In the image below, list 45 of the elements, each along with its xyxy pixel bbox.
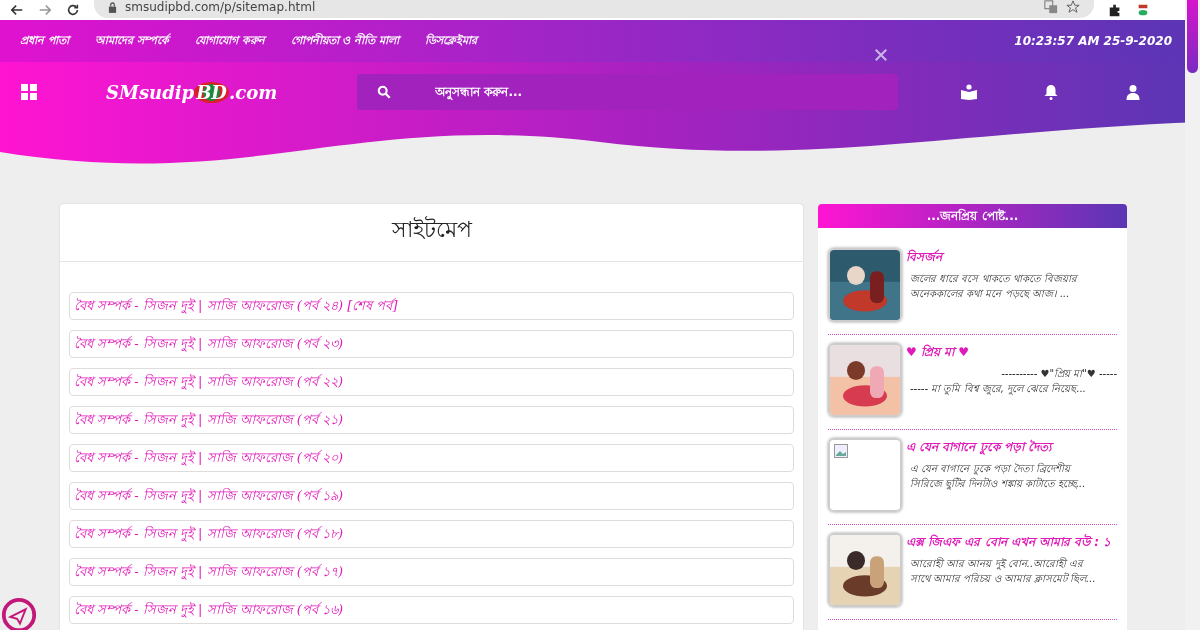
sitemap-title: সাইটমেপ [390, 215, 474, 244]
back-icon[interactable] [10, 3, 24, 17]
grid-menu-icon[interactable] [20, 84, 38, 100]
nav-link[interactable]: গোপনীয়তা ও নীতি মালা [290, 31, 400, 51]
post-link[interactable]: বৈধ সম্পর্ক - সিজন দুই | সাজি আফরোজ (পর্ব ২৪) [শেষ পর্ব] [69, 292, 794, 320]
scrollbar-thumb[interactable] [1187, 0, 1198, 73]
post-link[interactable]: বৈধ সম্পর্ক - সিজন দুই | সাজি আফরোজ (পর্ব ১৮) [69, 520, 794, 548]
post-title[interactable]: ♥ প্রিয় মা ♥ [906, 343, 1117, 363]
post-title[interactable]: এ যেন বাগানে ঢুকে পড়া দৈত্য [906, 438, 1117, 458]
widget-header: ...জনপ্রিয় পোষ্ট... [818, 204, 1127, 228]
post-link[interactable]: বৈধ সম্পর্ক - সিজন দুই | সাজি আফরোজ (পর্ব ১৭) [69, 558, 794, 586]
post-excerpt: সিরিজে ছুটির দিনটাও শঙ্কায় কাটাতে হচ্ছে... [910, 476, 1087, 491]
nav-link[interactable]: যোগাযোগ করুন [194, 31, 265, 51]
date-time: 10:23:57 AM 25-9-2020 [1014, 34, 1172, 48]
post-link[interactable]: বৈধ সম্পর্ক - সিজন দুই | সাজি আফরোজ (পর্ব ২১) [69, 406, 794, 434]
post-excerpt: আরোহী আর আনয় দুই বোন..আরোহী এর [910, 556, 1085, 571]
post-title[interactable]: এক্স জিএফ এর বোন এখন আমার বউ : ১ [906, 533, 1117, 553]
forward-icon[interactable] [38, 3, 52, 17]
post-excerpt: ----- মা তুমি বিশ্ব জুরে, দুলে ঝেরে নিয়েছ... [910, 382, 1087, 396]
post-excerpt: সাথে আমার পরিচয় ও আমার ক্লাসমেট ছিল... [910, 571, 1097, 586]
post-link[interactable]: বৈধ সম্পর্ক - সিজন দুই | সাজি আফরোজ (পর্ব ১৬) [69, 596, 794, 624]
post-excerpt: ---------- ♥"প্রিয় মা"♥ ----- [1000, 367, 1117, 381]
post-title[interactable]: বিসর্জন [906, 248, 1117, 268]
post-link[interactable]: বৈধ সম্পর্ক - সিজন দুই | সাজি আফরোজ (পর্ব ২৩) [69, 330, 794, 358]
reader-icon[interactable] [960, 84, 979, 100]
post-link[interactable]: বৈধ সম্পর্ক - সিজন দুই | সাজি আফরোজ (পর্ব ২২) [69, 368, 794, 396]
star-icon[interactable] [1066, 0, 1080, 14]
search-icon [377, 85, 392, 99]
post-excerpt: এ যেন বাগানে ঢুকে পড়া দৈত্য ব্রিদেশীয় [910, 461, 1073, 476]
post-excerpt: অনেককালের কথা মনে পড়ছে আজ। ... [910, 287, 1071, 301]
nav-link[interactable]: ডিসক্লেইমার [425, 31, 478, 51]
send-icon[interactable] [0, 596, 38, 630]
puzzle-icon[interactable] [1108, 3, 1122, 17]
extension-icon[interactable] [1136, 3, 1150, 17]
url-text: smsudipbd.com/p/sitemap.html [125, 0, 316, 14]
post-link[interactable]: বৈধ সম্পর্ক - সিজন দুই | সাজি আফরোজ (পর্ব ১৯) [69, 482, 794, 510]
reload-icon[interactable] [66, 3, 80, 17]
search-field[interactable]: অনুসন্ধান করুন... [357, 74, 899, 110]
thumbnail-frame[interactable] [830, 440, 900, 510]
post-link[interactable]: বৈধ সম্পর্ক - সিজন দুই | সাজি আফরোজ (পর্ব ২০) [69, 444, 794, 472]
address-bar[interactable]: smsudipbd.com/p/sitemap.html [94, 0, 1094, 18]
lock-icon [108, 1, 117, 13]
post-excerpt: জলের ধারে বসে থাকতে থাকতে বিজয়ার [910, 272, 1079, 286]
nav-link[interactable]: আমাদের সম্পর্কে [94, 31, 169, 51]
broken-image-icon [834, 444, 848, 458]
